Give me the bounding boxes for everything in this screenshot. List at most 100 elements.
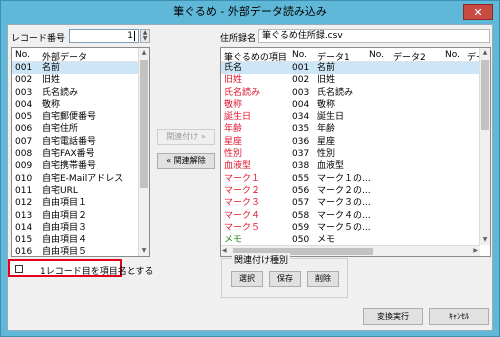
- list-item[interactable]: 005 自宅郵便番号: [12, 111, 149, 123]
- row-no: 012: [15, 198, 33, 209]
- row-value: 自宅E-Mailアドレス: [42, 173, 124, 184]
- scroll-down-icon[interactable]: ▼: [139, 246, 149, 256]
- table-row[interactable]: マーク１ 055 マーク１の...: [221, 173, 490, 185]
- association-type-group: 関連付け種別 選択 保存 削除: [221, 253, 348, 298]
- list-item[interactable]: 002 旧姓: [12, 74, 149, 86]
- list-item[interactable]: 010 自宅E-Mailアドレス: [12, 173, 149, 185]
- delete-button[interactable]: 削除: [307, 271, 339, 287]
- row-value: 自宅FAX番号: [42, 149, 95, 160]
- list-item[interactable]: 016 自由項目５: [12, 246, 149, 257]
- right-list-scrollbar[interactable]: ▲ ▼: [479, 48, 490, 245]
- address-book-value: 筆ぐるめ住所録.csv: [262, 31, 343, 41]
- row-no: 055: [292, 173, 310, 184]
- row-value: 自宅URL: [42, 185, 78, 196]
- list-item[interactable]: 006 自宅住所: [12, 123, 149, 135]
- table-row[interactable]: 敬称 004 敬称: [221, 99, 490, 111]
- scroll-up-icon[interactable]: ▲: [139, 48, 149, 58]
- row-no: 005: [15, 112, 33, 123]
- row-no: 013: [15, 210, 33, 221]
- import-execute-button[interactable]: 変換実行: [363, 308, 423, 325]
- table-row[interactable]: 氏名読み 003 氏名読み: [221, 87, 490, 99]
- col-header-no-2[interactable]: No.: [369, 50, 384, 60]
- table-row[interactable]: 旧姓 002 旧姓: [221, 74, 490, 86]
- table-row[interactable]: マーク２ 056 マーク２の...: [221, 185, 490, 197]
- record-number-spinner[interactable]: ▲ ▼: [140, 29, 150, 43]
- row-item: マーク３: [224, 198, 261, 209]
- row-no: 003: [15, 87, 33, 98]
- list-item[interactable]: 013 自由項目２: [12, 210, 149, 222]
- list-item[interactable]: 011 自宅URL: [12, 185, 149, 197]
- row-value: 自由項目５: [42, 247, 88, 257]
- list-item[interactable]: 001 名前: [12, 62, 149, 75]
- first-record-as-header-option[interactable]: 1レコード目を項目名とする: [8, 259, 153, 277]
- scroll-right-icon[interactable]: ▶: [473, 246, 478, 256]
- right-scroll-thumb[interactable]: [481, 60, 489, 130]
- scroll-left-icon[interactable]: ◀: [222, 246, 227, 256]
- row-value: 氏名読み: [42, 87, 79, 98]
- row-no: 002: [292, 75, 310, 86]
- list-item[interactable]: 015 自由項目４: [12, 234, 149, 246]
- table-row[interactable]: 血液型 038 血液型: [221, 160, 490, 172]
- address-book-field[interactable]: 筆ぐるめ住所録.csv: [258, 29, 490, 43]
- window: 筆ぐるめ - 外部データ読み込み ✕ レコード番号 1 ▲ ▼ No. 外部デー…: [0, 0, 500, 337]
- row-no: 036: [292, 136, 310, 147]
- row-data1: マーク１の...: [317, 173, 371, 184]
- col-header-no-1[interactable]: No.: [292, 50, 307, 60]
- field-mapping-rows: 氏名 001 名前 旧姓 002 旧姓 氏名読み 003 氏名読み 敬称 004 敬称 誕生日 034 誕生…: [221, 62, 490, 256]
- row-no: 037: [292, 149, 310, 160]
- row-no: 056: [292, 185, 310, 196]
- row-item: 旧姓: [224, 75, 243, 86]
- address-book-label: 住所録名: [220, 34, 257, 44]
- table-row[interactable]: マーク３ 057 マーク３の...: [221, 197, 490, 209]
- row-item: 誕生日: [224, 112, 252, 123]
- list-item[interactable]: 012 自由項目１: [12, 197, 149, 209]
- list-item[interactable]: 004 敬称: [12, 99, 149, 111]
- first-record-checkbox[interactable]: [15, 265, 23, 273]
- unlink-button[interactable]: « 関連解除: [157, 153, 215, 169]
- row-value: 自宅住所: [42, 124, 79, 135]
- list-item[interactable]: 007 自宅電話番号: [12, 136, 149, 148]
- table-row[interactable]: 年齢 035 年齢: [221, 123, 490, 135]
- record-number-input[interactable]: 1: [69, 29, 139, 43]
- row-no: 002: [15, 75, 33, 86]
- table-row[interactable]: 誕生日 034 誕生日: [221, 111, 490, 123]
- save-button[interactable]: 保存: [269, 271, 301, 287]
- table-row[interactable]: 性別 037 性別: [221, 148, 490, 160]
- left-scroll-thumb[interactable]: [140, 60, 148, 188]
- row-data1: マーク３の...: [317, 198, 371, 209]
- list-item[interactable]: 009 自宅携帯番号: [12, 160, 149, 172]
- left-list-scrollbar[interactable]: ▲ ▼: [138, 48, 149, 256]
- row-item: マーク２: [224, 185, 261, 196]
- spin-down-icon[interactable]: ▼: [141, 36, 149, 42]
- table-row[interactable]: 星座 036 星座: [221, 136, 490, 148]
- list-item[interactable]: 014 自由項目３: [12, 222, 149, 234]
- scroll-down-icon[interactable]: ▼: [480, 235, 490, 245]
- record-number-value: 1: [127, 31, 133, 41]
- dialog-client: レコード番号 1 ▲ ▼ No. 外部データ 001 名前 002 旧姓 003 氏名読み…: [7, 24, 493, 331]
- row-item: 氏名読み: [224, 87, 261, 98]
- close-button[interactable]: ✕: [463, 4, 493, 20]
- table-row[interactable]: マーク５ 059 マーク５の...: [221, 222, 490, 234]
- row-value: 旧姓: [42, 75, 61, 86]
- row-no: 035: [292, 124, 310, 135]
- row-data1: 性別: [317, 149, 336, 160]
- row-value: 敬称: [42, 99, 61, 110]
- col-header-no-3[interactable]: No.: [445, 50, 460, 60]
- scroll-up-icon[interactable]: ▲: [480, 48, 490, 58]
- list-item[interactable]: 003 氏名読み: [12, 87, 149, 99]
- external-data-list[interactable]: No. 外部データ 001 名前 002 旧姓 003 氏名読み 004 敬称 005 自宅郵便番…: [11, 47, 150, 257]
- select-button[interactable]: 選択: [231, 271, 263, 287]
- row-no: 034: [292, 112, 310, 123]
- table-row[interactable]: マーク４ 058 マーク４の...: [221, 210, 490, 222]
- list-item[interactable]: 008 自宅FAX番号: [12, 148, 149, 160]
- link-button[interactable]: 関連付け »: [157, 129, 215, 145]
- row-data1: 名前: [317, 63, 336, 73]
- field-mapping-list[interactable]: 筆ぐるめの項目 No. データ1 No. データ2 No. デー 氏名 001 名前…: [220, 47, 491, 257]
- cancel-button[interactable]: ｷｬﾝｾﾙ: [429, 308, 489, 325]
- row-data1: 血液型: [317, 161, 345, 172]
- table-row[interactable]: 氏名 001 名前: [221, 62, 490, 75]
- row-no: 015: [15, 235, 33, 246]
- row-item: 年齢: [224, 124, 243, 135]
- row-data1: 誕生日: [317, 112, 345, 123]
- col-header-no[interactable]: No.: [15, 50, 30, 60]
